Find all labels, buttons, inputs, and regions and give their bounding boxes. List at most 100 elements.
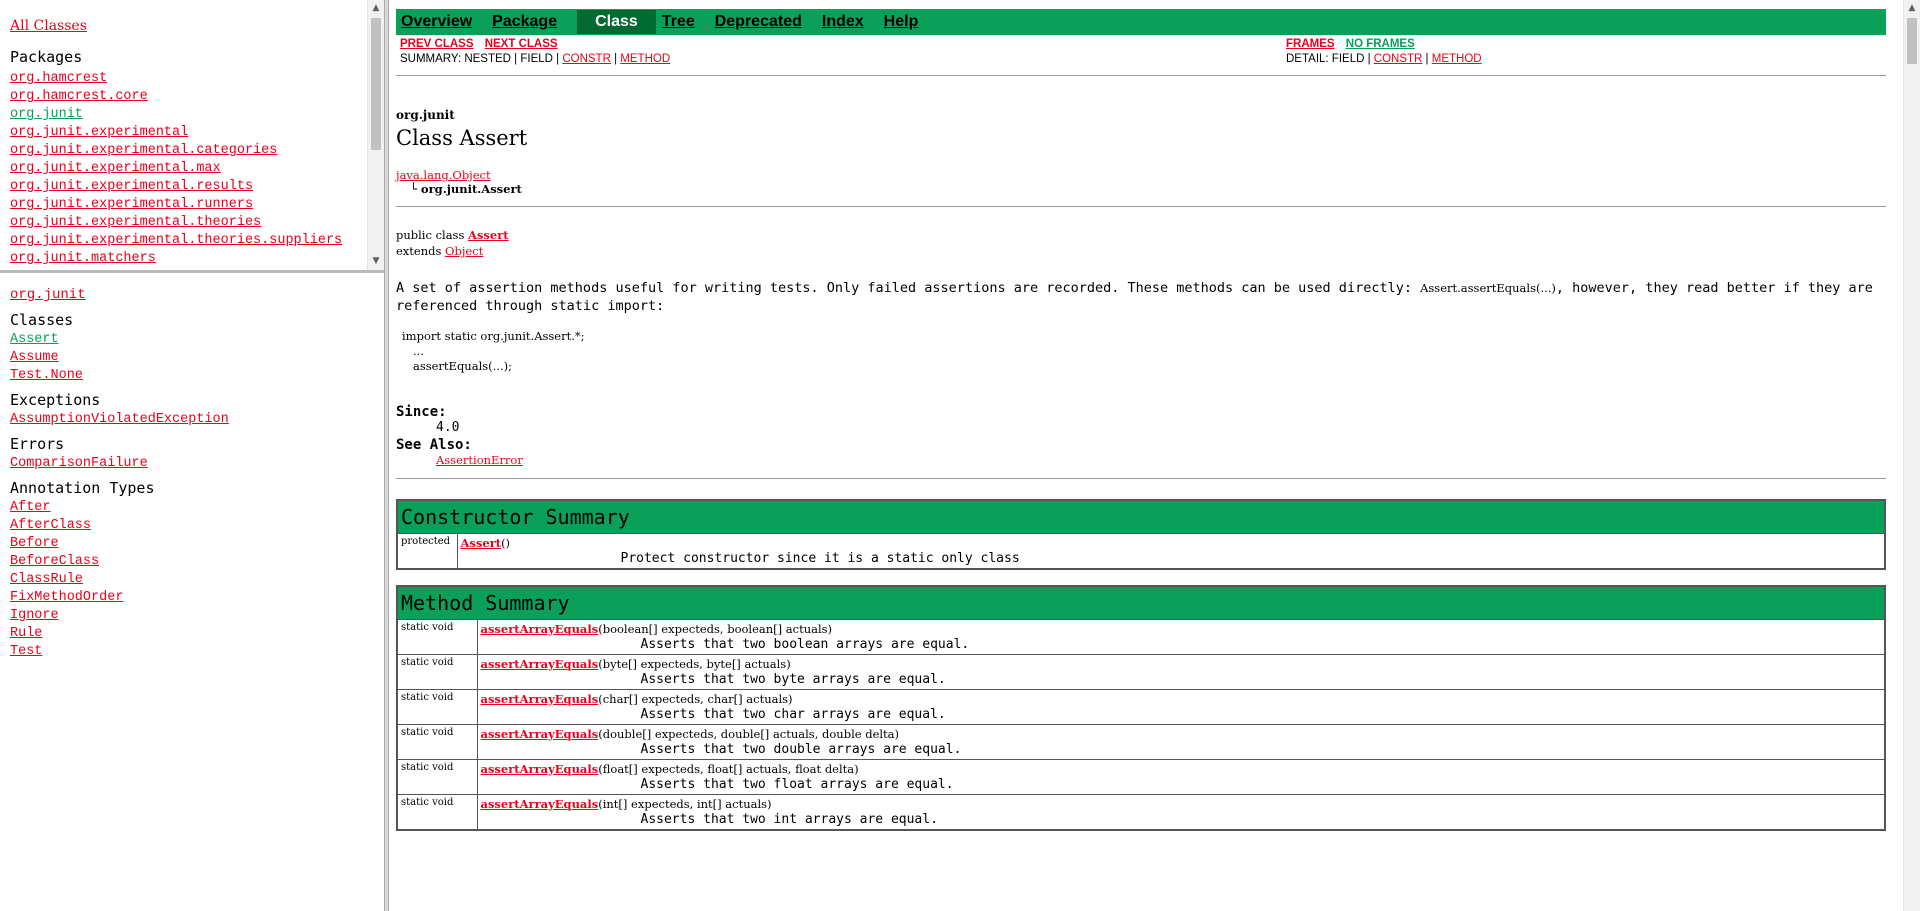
detail-label: DETAIL: FIELD | bbox=[1286, 53, 1371, 65]
table-row: static void assertArrayEquals(int[] expec… bbox=[396, 794, 1886, 831]
next-class-link[interactable]: NEXT CLASS bbox=[485, 38, 558, 50]
class-title: Class Assert bbox=[396, 126, 528, 150]
decl-class-link[interactable]: Assert bbox=[468, 228, 509, 242]
member-params: (float[] expecteds, float[] actuals, flo… bbox=[598, 762, 859, 776]
signature-cell: assertArrayEquals(boolean[] expecteds, b… bbox=[476, 619, 1886, 655]
parent-class-link[interactable]: java.lang.Object bbox=[396, 168, 491, 182]
member-description: Protect constructor since it is a static… bbox=[620, 551, 1020, 566]
see-also-label: See Also: bbox=[396, 437, 472, 453]
package-link[interactable]: org.junit.experimental.categories bbox=[10, 142, 374, 160]
package-link[interactable]: org.junit.matchers bbox=[10, 250, 374, 268]
signature-cell: assertArrayEquals(char[] expecteds, char… bbox=[476, 689, 1886, 725]
class-link[interactable]: FixMethodOrder bbox=[10, 589, 376, 607]
member-link[interactable]: assertArrayEquals bbox=[481, 727, 599, 741]
nav-deprecated[interactable]: Deprecated bbox=[715, 13, 802, 31]
packages-heading: Packages bbox=[10, 48, 83, 66]
summary-method-link[interactable]: METHOD bbox=[620, 53, 670, 65]
member-description: Asserts that two float arrays are equal. bbox=[640, 777, 954, 792]
detail-method-link[interactable]: METHOD bbox=[1432, 53, 1482, 65]
class-link[interactable]: Test.None bbox=[10, 367, 376, 385]
member-params: (char[] expecteds, char[] actuals) bbox=[598, 692, 793, 706]
sub-navbar: PREV CLASS NEXT CLASS SUMMARY: NESTED | … bbox=[396, 35, 1886, 65]
scroll-down-arrow-icon[interactable]: ▼ bbox=[368, 253, 384, 270]
class-link[interactable]: Before bbox=[10, 535, 376, 553]
import-code-block: import static org.junit.Assert.*; ... as… bbox=[402, 329, 585, 373]
nav-tree[interactable]: Tree bbox=[662, 13, 695, 31]
package-link[interactable]: org.junit.experimental.max bbox=[10, 160, 374, 178]
decl-extends: extends bbox=[396, 244, 442, 258]
modifier-cell: protected bbox=[396, 533, 458, 570]
table-row: static void assertArrayEquals(double[] ex… bbox=[396, 724, 1886, 760]
main-frame: Overview Package Class Tree Deprecated I… bbox=[389, 0, 1920, 911]
package-link[interactable]: org.junit.experimental bbox=[10, 124, 374, 142]
decl-public: public class bbox=[396, 228, 465, 242]
package-link[interactable]: org.junit.experimental.theories bbox=[10, 214, 374, 232]
table-row: static void assertArrayEquals(char[] expe… bbox=[396, 689, 1886, 725]
member-description: Asserts that two byte arrays are equal. bbox=[640, 672, 946, 687]
scroll-thumb[interactable] bbox=[371, 18, 381, 150]
modifier-cell: static void bbox=[396, 689, 478, 725]
member-link[interactable]: Assert bbox=[461, 536, 502, 550]
no-frames-link[interactable]: NO FRAMES bbox=[1346, 38, 1415, 50]
scroll-up-arrow-icon[interactable]: ▲ bbox=[368, 0, 384, 17]
frames-link[interactable]: FRAMES bbox=[1286, 38, 1335, 50]
member-link[interactable]: assertArrayEquals bbox=[481, 622, 599, 636]
class-group-heading: Annotation Types bbox=[10, 479, 155, 497]
class-package-name: org.junit bbox=[396, 108, 455, 122]
divider bbox=[396, 75, 1886, 76]
summary-constr-link[interactable]: CONSTR bbox=[562, 53, 611, 65]
decl-super-link[interactable]: Object bbox=[445, 244, 483, 258]
modifier-cell: static void bbox=[396, 794, 478, 831]
modifier-cell: static void bbox=[396, 759, 478, 795]
member-link[interactable]: assertArrayEquals bbox=[481, 692, 599, 706]
nav-overview[interactable]: Overview bbox=[401, 13, 472, 31]
detail-constr-link[interactable]: CONSTR bbox=[1374, 53, 1423, 65]
main-scrollbar[interactable]: ▲ bbox=[1903, 0, 1920, 911]
class-link[interactable]: BeforeClass bbox=[10, 553, 376, 571]
packages-frame: All Classes Packages org.hamcrest org.ham… bbox=[0, 0, 384, 273]
class-link[interactable]: ComparisonFailure bbox=[10, 455, 376, 473]
package-link[interactable]: org.hamcrest.core bbox=[10, 88, 374, 106]
all-classes-link[interactable]: All Classes bbox=[10, 18, 374, 34]
class-link[interactable]: After bbox=[10, 499, 376, 517]
class-link[interactable]: Assert bbox=[10, 331, 376, 349]
scroll-up-arrow-icon[interactable]: ▲ bbox=[1904, 0, 1920, 17]
nav-help[interactable]: Help bbox=[884, 13, 919, 31]
packages-scrollbar[interactable]: ▲ ▼ bbox=[367, 0, 384, 270]
description-code: Assert.assertEquals(...) bbox=[1420, 281, 1556, 295]
class-link[interactable]: Assume bbox=[10, 349, 376, 367]
signature-cell: assertArrayEquals(float[] expecteds, flo… bbox=[476, 759, 1886, 795]
class-link[interactable]: ClassRule bbox=[10, 571, 376, 589]
package-link[interactable]: org.junit.experimental.runners bbox=[10, 196, 374, 214]
signature-cell: assertArrayEquals(double[] expecteds, do… bbox=[476, 724, 1886, 760]
summary-label: SUMMARY: NESTED | FIELD | bbox=[400, 53, 560, 65]
member-link[interactable]: assertArrayEquals bbox=[481, 762, 599, 776]
class-link[interactable]: Test bbox=[10, 643, 376, 661]
class-link[interactable]: AssumptionViolatedException bbox=[10, 411, 376, 429]
scroll-thumb[interactable] bbox=[1907, 18, 1917, 64]
see-also-link[interactable]: AssertionError bbox=[436, 453, 523, 467]
detail-separator: | bbox=[1425, 53, 1429, 65]
class-link[interactable]: AfterClass bbox=[10, 517, 376, 535]
package-list: org.hamcrest org.hamcrest.core org.junit or… bbox=[10, 70, 374, 268]
package-link[interactable]: org.junit bbox=[10, 106, 374, 124]
package-link[interactable]: org.junit.experimental.results bbox=[10, 178, 374, 196]
prev-class-link[interactable]: PREV CLASS bbox=[400, 38, 474, 50]
member-params: (boolean[] expecteds, boolean[] actuals) bbox=[598, 622, 833, 636]
modifier-cell: static void bbox=[396, 619, 478, 655]
nav-index[interactable]: Index bbox=[822, 13, 864, 31]
package-link[interactable]: org.junit.experimental.theories.supplier… bbox=[10, 232, 374, 250]
member-description: Asserts that two double arrays are equal… bbox=[640, 742, 962, 757]
nav-class-current: Class bbox=[577, 10, 656, 34]
package-link[interactable]: org.hamcrest bbox=[10, 70, 374, 88]
class-link[interactable]: Rule bbox=[10, 625, 376, 643]
class-link[interactable]: Ignore bbox=[10, 607, 376, 625]
constructor-summary-heading: Constructor Summary bbox=[396, 499, 1886, 534]
package-title-link[interactable]: org.junit bbox=[10, 286, 376, 304]
nav-package[interactable]: Package bbox=[492, 13, 557, 31]
top-navbar: Overview Package Class Tree Deprecated I… bbox=[396, 9, 1886, 35]
member-link[interactable]: assertArrayEquals bbox=[481, 797, 599, 811]
member-description: Asserts that two boolean arrays are equa… bbox=[640, 637, 970, 652]
member-link[interactable]: assertArrayEquals bbox=[481, 657, 599, 671]
signature-cell: assertArrayEquals(int[] expecteds, int[]… bbox=[476, 794, 1886, 831]
